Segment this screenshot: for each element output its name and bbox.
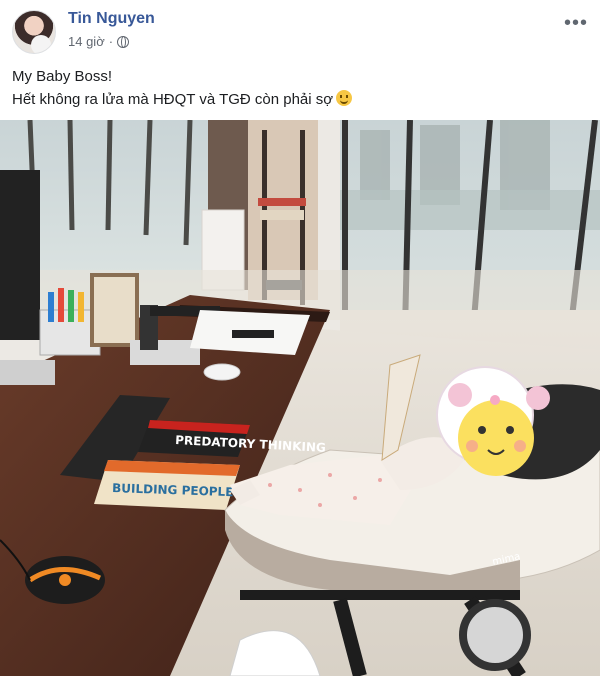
post-meta: 14 giờ · [68, 34, 130, 49]
smiley-icon [336, 90, 353, 106]
author-avatar[interactable] [12, 10, 56, 54]
more-options-icon[interactable]: ••• [564, 12, 588, 35]
author-name[interactable]: Tin Nguyen [68, 10, 155, 28]
post-time[interactable]: 14 giờ [68, 34, 105, 49]
post-header: Tin Nguyen 14 giờ · ••• [12, 8, 588, 56]
post-text-line-1: My Baby Boss! [12, 68, 113, 85]
post-text-line-2: Hết không ra lửa mà HĐQT và TGĐ còn phải… [12, 88, 353, 111]
globe-icon[interactable] [117, 35, 130, 48]
facebook-post: Tin Nguyen 14 giờ · ••• My Baby Boss! Hế… [0, 0, 600, 676]
post-text-line-2-content: Hết không ra lửa mà HĐQT và TGĐ còn phải… [12, 91, 334, 108]
meta-separator: · [108, 34, 114, 49]
post-photo[interactable]: PREDATORY THINKING BUILDING PEOPLE mima [0, 120, 600, 676]
post-text: My Baby Boss! Hết không ra lửa mà HĐQT v… [12, 65, 353, 111]
